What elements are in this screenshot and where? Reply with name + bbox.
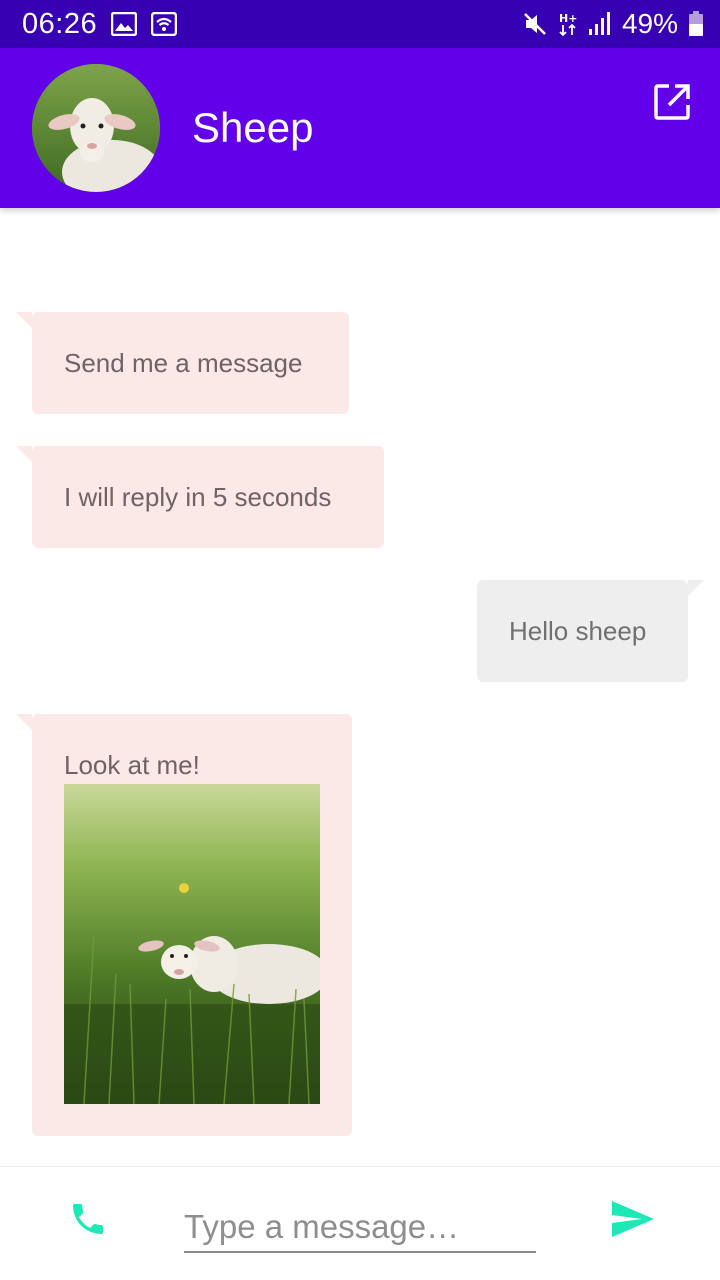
send-icon bbox=[610, 1199, 656, 1244]
sheep-photo[interactable] bbox=[64, 784, 320, 1104]
battery-icon bbox=[688, 11, 704, 37]
contact-name: Sheep bbox=[192, 104, 314, 151]
open-external-icon bbox=[653, 83, 691, 126]
open-external-button[interactable] bbox=[652, 83, 692, 126]
outgoing-message[interactable]: Hello sheep bbox=[477, 580, 704, 682]
incoming-message[interactable]: Send me a message bbox=[16, 312, 349, 414]
signal-icon bbox=[588, 11, 612, 37]
status-time: 06:26 bbox=[22, 7, 98, 40]
message-input[interactable] bbox=[184, 1203, 536, 1253]
avatar[interactable] bbox=[32, 64, 160, 192]
message-text: Hello sheep bbox=[509, 616, 647, 646]
call-button[interactable] bbox=[64, 1197, 112, 1245]
battery-percent: 49% bbox=[621, 8, 678, 39]
send-button[interactable] bbox=[608, 1197, 658, 1245]
hplus-data-icon: H+ bbox=[558, 11, 578, 37]
status-bar: 06:26 H+ 49% bbox=[0, 0, 720, 48]
message-text: Look at me! bbox=[64, 750, 200, 780]
image-icon bbox=[111, 12, 138, 36]
incoming-message[interactable]: I will reply in 5 seconds bbox=[16, 446, 384, 548]
message-text: I will reply in 5 seconds bbox=[64, 482, 332, 512]
phone-icon bbox=[68, 1199, 108, 1244]
incoming-image-message[interactable]: Look at me! bbox=[16, 714, 352, 1136]
app-bar: Sheep bbox=[0, 48, 720, 208]
mute-icon bbox=[522, 11, 548, 37]
message-input-bar bbox=[0, 1166, 720, 1280]
svg-text:H+: H+ bbox=[559, 12, 577, 25]
message-text: Send me a message bbox=[64, 348, 303, 378]
wifi-icon bbox=[151, 12, 178, 36]
